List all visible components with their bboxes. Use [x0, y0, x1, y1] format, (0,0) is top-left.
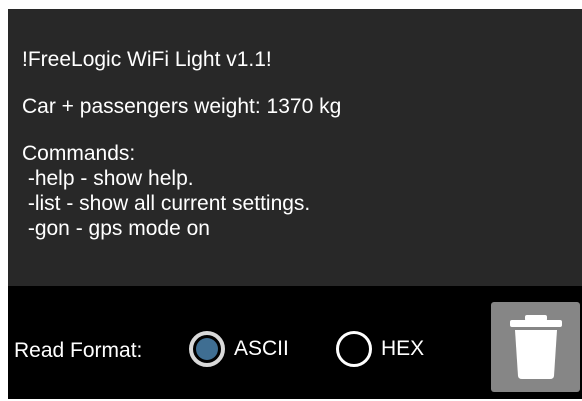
read-format-bar: Read Format: ASCII HEX: [8, 286, 582, 399]
terminal-line: !FreeLogic WiFi Light v1.1!: [22, 48, 272, 71]
radio-selected-dot: [196, 338, 218, 360]
terminal-line: -help - show help.: [22, 167, 194, 190]
ascii-radio-label[interactable]: ASCII: [234, 336, 289, 362]
app-screen: !FreeLogic WiFi Light v1.1! Car + passen…: [8, 9, 582, 399]
hex-radio-option[interactable]: HEX: [336, 331, 424, 367]
ascii-radio-button[interactable]: [189, 331, 225, 367]
read-format-label: Read Format:: [14, 339, 143, 362]
terminal-text: !FreeLogic WiFi Light v1.1! Car + passen…: [22, 47, 572, 241]
hex-radio-label[interactable]: HEX: [381, 336, 424, 362]
terminal-line: -list - show all current settings.: [22, 192, 311, 215]
trash-icon: [509, 315, 562, 379]
terminal-line: -gon - gps mode on: [22, 217, 210, 240]
clear-button[interactable]: [491, 302, 580, 392]
hex-radio-button[interactable]: [336, 331, 372, 367]
terminal-line: Car + passengers weight: 1370 kg: [22, 95, 342, 118]
ascii-radio-option[interactable]: ASCII: [189, 331, 289, 367]
terminal-output[interactable]: !FreeLogic WiFi Light v1.1! Car + passen…: [8, 9, 582, 286]
terminal-line: Commands:: [22, 142, 136, 165]
